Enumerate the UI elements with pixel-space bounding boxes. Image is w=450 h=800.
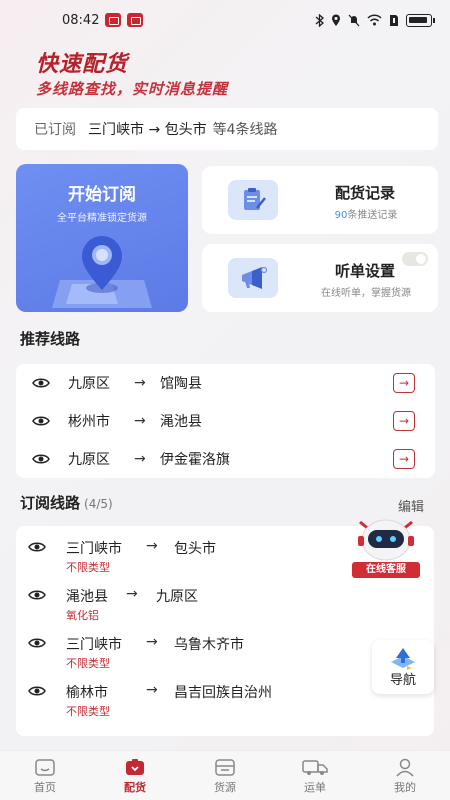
subscribed-title: 订阅线路 (4/5) bbox=[20, 492, 113, 513]
cargo-icon bbox=[126, 758, 144, 775]
route-arrow: → bbox=[126, 586, 138, 602]
listen-settings-title: 听单设置 bbox=[334, 262, 395, 280]
battery-icon bbox=[406, 13, 435, 27]
subscribed-route: 三门峡市 → 包头市 bbox=[88, 122, 207, 138]
arrow-right-icon[interactable]: → bbox=[393, 411, 415, 431]
route-from: 渑池县 bbox=[66, 589, 108, 605]
route-arrow: → bbox=[134, 375, 146, 391]
app-notification-icon bbox=[127, 13, 144, 27]
arrow-right-icon[interactable]: → bbox=[393, 373, 415, 393]
start-subscribe-title: 开始订阅 bbox=[68, 185, 136, 205]
list-item[interactable]: 九原区 → 伊金霍洛旗 → bbox=[16, 440, 435, 478]
route-type: 氧化铝 bbox=[66, 609, 99, 622]
subscribed-count: (4/5) bbox=[84, 497, 113, 511]
truck-icon bbox=[302, 759, 328, 775]
route-arrow: → bbox=[146, 538, 158, 554]
app-notification-icon bbox=[105, 13, 122, 27]
route-arrow: → bbox=[134, 413, 146, 429]
sim-icon bbox=[390, 14, 398, 26]
status-time: 08:42 bbox=[62, 12, 100, 28]
subscribed-title-text: 订阅线路 bbox=[20, 494, 81, 512]
tab-home[interactable]: 首页 bbox=[10, 757, 80, 795]
route-arrow: → bbox=[134, 451, 146, 467]
page-subtitle: 多线路查找，实时消息提醒 bbox=[36, 80, 229, 98]
tab-label: 货源 bbox=[214, 780, 236, 794]
navigate-label: 导航 bbox=[389, 673, 416, 688]
cargo-record-card[interactable]: 配货记录 90条推送记录 bbox=[202, 166, 438, 234]
recommended-title: 推荐线路 bbox=[20, 330, 81, 348]
recommended-list: 九原区 → 馆陶县 → 彬州市 → 渑池县 → 九原区 → 伊金霍洛旗 → bbox=[16, 364, 435, 478]
route-type: 不限类型 bbox=[66, 657, 110, 670]
tab-source[interactable]: 货源 bbox=[190, 757, 260, 795]
route-from: 三门峡市 bbox=[66, 637, 122, 653]
eye-icon bbox=[28, 590, 46, 600]
route-type: 不限类型 bbox=[66, 561, 110, 574]
list-item[interactable]: 九原区 → 馆陶县 → bbox=[16, 364, 435, 402]
bluetooth-icon bbox=[315, 13, 324, 27]
tab-cargo[interactable]: 配货 bbox=[100, 757, 170, 795]
cargo-record-title: 配货记录 bbox=[334, 184, 395, 202]
cargo-record-desc-text: 条推送记录 bbox=[347, 210, 398, 221]
eye-icon bbox=[32, 378, 50, 388]
map-pin-icon bbox=[52, 236, 152, 308]
online-service-button[interactable]: 在线客服 bbox=[350, 512, 422, 580]
listen-settings-desc: 在线听单，掌握货源 bbox=[321, 288, 411, 299]
location-icon bbox=[332, 14, 340, 26]
user-icon bbox=[396, 758, 414, 777]
list-item[interactable]: 彬州市 → 渑池县 → bbox=[16, 402, 435, 440]
arrow-right-icon[interactable]: → bbox=[393, 449, 415, 469]
tab-waybill[interactable]: 运单 bbox=[280, 757, 350, 795]
tab-label: 我的 bbox=[394, 780, 416, 794]
tab-me[interactable]: 我的 bbox=[370, 757, 440, 795]
route-from: 榆林市 bbox=[66, 685, 108, 701]
route-to: 乌鲁木齐市 bbox=[174, 637, 244, 653]
home-icon bbox=[35, 758, 55, 776]
route-from: 九原区 bbox=[68, 452, 110, 468]
route-arrow: → bbox=[146, 634, 158, 650]
eye-icon bbox=[32, 454, 50, 464]
source-icon bbox=[215, 758, 235, 776]
megaphone-icon bbox=[228, 258, 278, 298]
route-from: 九原区 bbox=[68, 376, 110, 392]
route-to: 伊金霍洛旗 bbox=[160, 452, 230, 468]
route-arrow: → bbox=[146, 682, 158, 698]
mute-icon bbox=[348, 14, 360, 26]
page-title: 快速配货 bbox=[36, 52, 129, 77]
eye-icon bbox=[32, 416, 50, 426]
eye-icon bbox=[28, 686, 46, 696]
clipboard-icon bbox=[228, 180, 278, 220]
tab-label: 首页 bbox=[34, 780, 56, 794]
robot-icon bbox=[358, 519, 414, 561]
wifi-icon bbox=[367, 14, 382, 26]
cargo-record-count: 90 bbox=[334, 210, 348, 221]
tab-label: 配货 bbox=[124, 780, 146, 794]
route-to: 渑池县 bbox=[160, 414, 202, 430]
tab-label: 运单 bbox=[304, 780, 326, 794]
bottom-tab-bar: 首页 配货 货源 运单 我的 bbox=[0, 750, 450, 800]
eye-icon bbox=[28, 542, 46, 552]
route-from: 三门峡市 bbox=[66, 541, 122, 557]
route-from: 彬州市 bbox=[68, 414, 110, 430]
route-to: 包头市 bbox=[174, 541, 216, 557]
navigate-button[interactable]: 导航 bbox=[372, 640, 434, 694]
route-to: 九原区 bbox=[156, 589, 198, 605]
subscribed-summary-bar[interactable]: 已订阅 三门峡市 → 包头市 等4条线路 bbox=[16, 108, 438, 150]
route-to: 昌吉回族自治州 bbox=[174, 685, 272, 701]
route-to: 馆陶县 bbox=[160, 376, 202, 392]
route-type: 不限类型 bbox=[66, 705, 110, 718]
start-subscribe-card[interactable]: 开始订阅 全平台精准锁定货源 bbox=[16, 164, 188, 312]
listen-settings-card[interactable]: 听单设置 在线听单，掌握货源 bbox=[202, 244, 438, 312]
list-item[interactable]: 渑池县 → 九原区 氧化铝 bbox=[16, 578, 434, 622]
eye-icon bbox=[28, 638, 46, 648]
status-bar: 08:42 bbox=[0, 0, 450, 40]
subscribed-more: 等4条线路 bbox=[212, 122, 278, 138]
subscribed-prefix: 已订阅 bbox=[34, 122, 76, 138]
cargo-record-desc: 90条推送记录 bbox=[300, 206, 432, 221]
online-service-label: 在线客服 bbox=[352, 562, 420, 578]
